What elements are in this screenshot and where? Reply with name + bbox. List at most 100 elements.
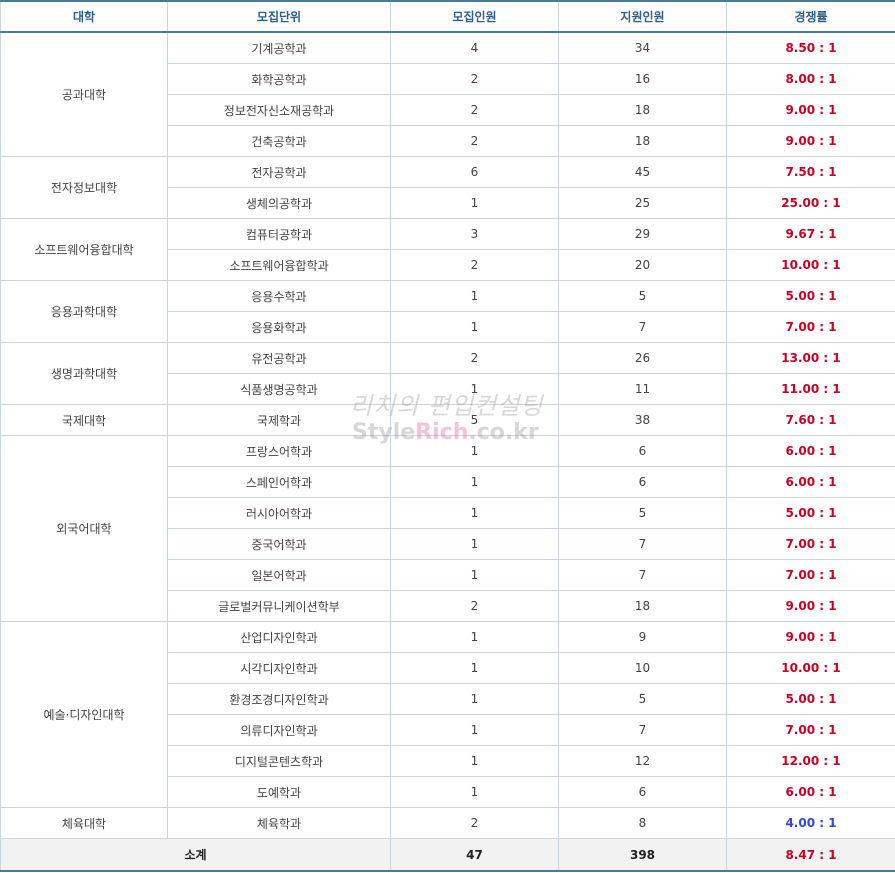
unit-cell: 디지털콘텐츠학과 [167,745,391,777]
header-applicants: 지원인원 [558,0,727,33]
applicants-cell: 5 [558,683,727,715]
quota-cell: 2 [390,125,559,157]
college-cell: 체육대학 [0,807,168,839]
applicants-cell: 12 [558,745,727,777]
ratio-cell: 9.00 : 1 [726,621,895,653]
total-applicants: 398 [558,838,727,872]
quota-cell: 2 [390,590,559,622]
ratio-cell: 7.60 : 1 [726,404,895,436]
ratio-cell: 7.00 : 1 [726,714,895,746]
ratio-cell: 9.00 : 1 [726,94,895,126]
unit-cell: 기계공학과 [167,31,391,64]
ratio-cell: 9.00 : 1 [726,590,895,622]
applicants-cell: 29 [558,218,727,250]
ratio-cell: 8.00 : 1 [726,63,895,95]
unit-cell: 건축공학과 [167,125,391,157]
quota-cell: 1 [390,652,559,684]
college-cell: 공과대학 [0,31,168,157]
total-row: 소계 47 398 8.47 : 1 [0,838,895,872]
header-ratio: 경쟁률 [726,0,895,33]
unit-cell: 화학공학과 [167,63,391,95]
quota-cell: 1 [390,776,559,808]
college-cell: 외국어대학 [0,435,168,622]
quota-cell: 2 [390,94,559,126]
applicants-cell: 45 [558,156,727,188]
quota-cell: 1 [390,528,559,560]
applicants-cell: 20 [558,249,727,281]
table-row: 생명과학대학 유전공학과 2 26 13.00 : 1 [0,342,895,405]
college-cell: 생명과학대학 [0,342,168,405]
total-label: 소계 [0,838,391,872]
unit-cell: 시각디자인학과 [167,652,391,684]
quota-cell: 1 [390,311,559,343]
total-ratio: 8.47 : 1 [726,838,895,872]
quota-cell: 1 [390,280,559,312]
unit-cell: 스페인어학과 [167,466,391,498]
quota-cell: 1 [390,435,559,467]
quota-cell: 1 [390,714,559,746]
applicants-cell: 10 [558,652,727,684]
header-quota: 모집인원 [390,0,559,33]
ratio-cell: 4.00 : 1 [726,807,895,839]
applicants-cell: 18 [558,125,727,157]
unit-cell: 산업디자인학과 [167,621,391,653]
unit-cell: 일본어학과 [167,559,391,591]
ratio-cell: 10.00 : 1 [726,249,895,281]
unit-cell: 국제학과 [167,404,391,436]
ratio-cell: 12.00 : 1 [726,745,895,777]
ratio-cell: 7.00 : 1 [726,559,895,591]
ratio-cell: 5.00 : 1 [726,683,895,715]
unit-cell: 도예학과 [167,776,391,808]
unit-cell: 컴퓨터공학과 [167,218,391,250]
applicants-cell: 6 [558,466,727,498]
total-quota: 47 [390,838,559,872]
ratio-cell: 5.00 : 1 [726,497,895,529]
quota-cell: 1 [390,466,559,498]
quota-cell: 2 [390,807,559,839]
college-cell: 전자정보대학 [0,156,168,219]
unit-cell: 체육학과 [167,807,391,839]
college-cell: 응용과학대학 [0,280,168,343]
applicants-cell: 8 [558,807,727,839]
applicants-cell: 34 [558,31,727,64]
ratio-cell: 8.50 : 1 [726,31,895,64]
ratio-cell: 13.00 : 1 [726,342,895,374]
ratio-cell: 9.67 : 1 [726,218,895,250]
table-row: 응용과학대학 응용수학과 1 5 5.00 : 1 [0,280,895,343]
applicants-cell: 7 [558,714,727,746]
quota-cell: 1 [390,559,559,591]
applicants-cell: 18 [558,94,727,126]
quota-cell: 6 [390,156,559,188]
header-unit: 모집단위 [167,0,391,33]
table-header-row: 대학 모집단위 모집인원 지원인원 경쟁률 [0,0,895,33]
ratio-cell: 11.00 : 1 [726,373,895,405]
unit-cell: 전자공학과 [167,156,391,188]
unit-cell: 유전공학과 [167,342,391,374]
applicants-cell: 5 [558,497,727,529]
unit-cell: 글로벌커뮤니케이션학부 [167,590,391,622]
quota-cell: 4 [390,31,559,64]
ratio-cell: 6.00 : 1 [726,435,895,467]
table-row: 외국어대학 프랑스어학과 1 6 6.00 : 1 [0,435,895,622]
ratio-cell: 7.00 : 1 [726,311,895,343]
quota-cell: 1 [390,683,559,715]
quota-cell: 1 [390,187,559,219]
applicants-cell: 25 [558,187,727,219]
ratio-cell: 5.00 : 1 [726,280,895,312]
applicants-cell: 6 [558,776,727,808]
applicants-cell: 16 [558,63,727,95]
unit-cell: 소프트웨어융합학과 [167,249,391,281]
unit-cell: 러시아어학과 [167,497,391,529]
ratio-cell: 25.00 : 1 [726,187,895,219]
quota-cell: 1 [390,373,559,405]
quota-cell: 1 [390,745,559,777]
quota-cell: 3 [390,218,559,250]
unit-cell: 응용수학과 [167,280,391,312]
table-row: 국제대학 국제학과 5 38 7.60 : 1 [0,404,895,436]
applicants-cell: 11 [558,373,727,405]
unit-cell: 식품생명공학과 [167,373,391,405]
unit-cell: 프랑스어학과 [167,435,391,467]
unit-cell: 중국어학과 [167,528,391,560]
header-college: 대학 [0,0,168,33]
applicants-cell: 18 [558,590,727,622]
